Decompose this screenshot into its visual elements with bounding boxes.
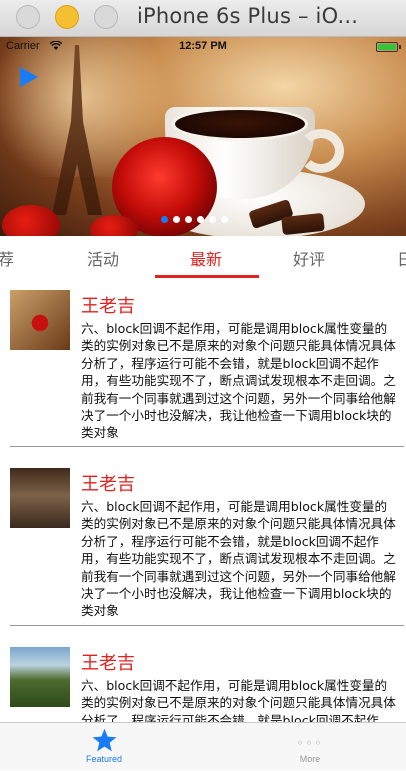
page-dot[interactable]: [197, 216, 204, 223]
simulator-title-bar: iPhone 6s Plus – iO...: [0, 0, 406, 37]
tab-top-rated[interactable]: 好评: [293, 246, 325, 270]
coffee-graphic: [172, 107, 308, 141]
banner-carousel[interactable]: [0, 37, 406, 236]
tab-daily[interactable]: 日: [397, 246, 406, 270]
page-dot[interactable]: [173, 216, 180, 223]
thumbnail-image: [10, 468, 70, 528]
battery-tip: [399, 45, 401, 49]
battery-icon: [376, 42, 398, 52]
thumbnail-image: [10, 290, 70, 350]
tab-bar-featured[interactable]: Featured: [54, 723, 154, 771]
play-icon[interactable]: [20, 67, 38, 87]
close-window-button[interactable]: [16, 5, 40, 29]
item-body: 六、block回调不起作用，可能是调用block属性变量的类的实例对象已不是原来…: [81, 499, 396, 619]
tab-bar-featured-label: Featured: [85, 754, 123, 764]
thumbnail-image: [10, 647, 70, 707]
status-bar: Carrier 12:57 PM: [0, 37, 406, 57]
item-title: 王老吉: [81, 653, 135, 674]
item-body: 六、block回调不起作用，可能是调用block属性变量的类的实例对象已不是原来…: [81, 321, 396, 441]
page-dot[interactable]: [161, 216, 168, 223]
star-icon: [92, 728, 116, 752]
more-icon: ◦◦◦: [296, 736, 324, 750]
window-title: iPhone 6s Plus – iO...: [137, 4, 359, 28]
cup-handle-graphic: [298, 129, 344, 173]
tab-recommended[interactable]: 荐: [0, 246, 14, 270]
page-dot[interactable]: [185, 216, 192, 223]
row-divider: [10, 446, 404, 447]
feed-list[interactable]: 王老吉 六、block回调不起作用，可能是调用block属性变量的类的实例对象已…: [0, 279, 406, 722]
page-dot[interactable]: [209, 216, 216, 223]
tab-bar-more[interactable]: ◦◦◦ More: [260, 723, 360, 771]
item-title: 王老吉: [81, 296, 135, 317]
status-time: 12:57 PM: [179, 40, 227, 52]
row-divider: [10, 625, 404, 626]
category-tabs: 荐 活动 最新 好评 日: [0, 236, 406, 279]
tab-activity[interactable]: 活动: [87, 246, 119, 270]
item-body: 六、block回调不起作用，可能是调用block属性变量的类的实例对象已不是原来…: [81, 678, 396, 722]
tab-bar-more-label: More: [299, 754, 321, 764]
tab-bar: Featured ◦◦◦ More: [0, 722, 406, 770]
item-title: 王老吉: [81, 474, 135, 495]
page-control[interactable]: [161, 216, 228, 226]
minimize-window-button[interactable]: [55, 5, 79, 29]
tab-latest[interactable]: 最新: [190, 246, 222, 270]
zoom-window-button[interactable]: [94, 5, 118, 29]
petal-graphic: [2, 205, 60, 236]
page-dot[interactable]: [221, 216, 228, 223]
tab-selection-indicator: [155, 275, 259, 278]
